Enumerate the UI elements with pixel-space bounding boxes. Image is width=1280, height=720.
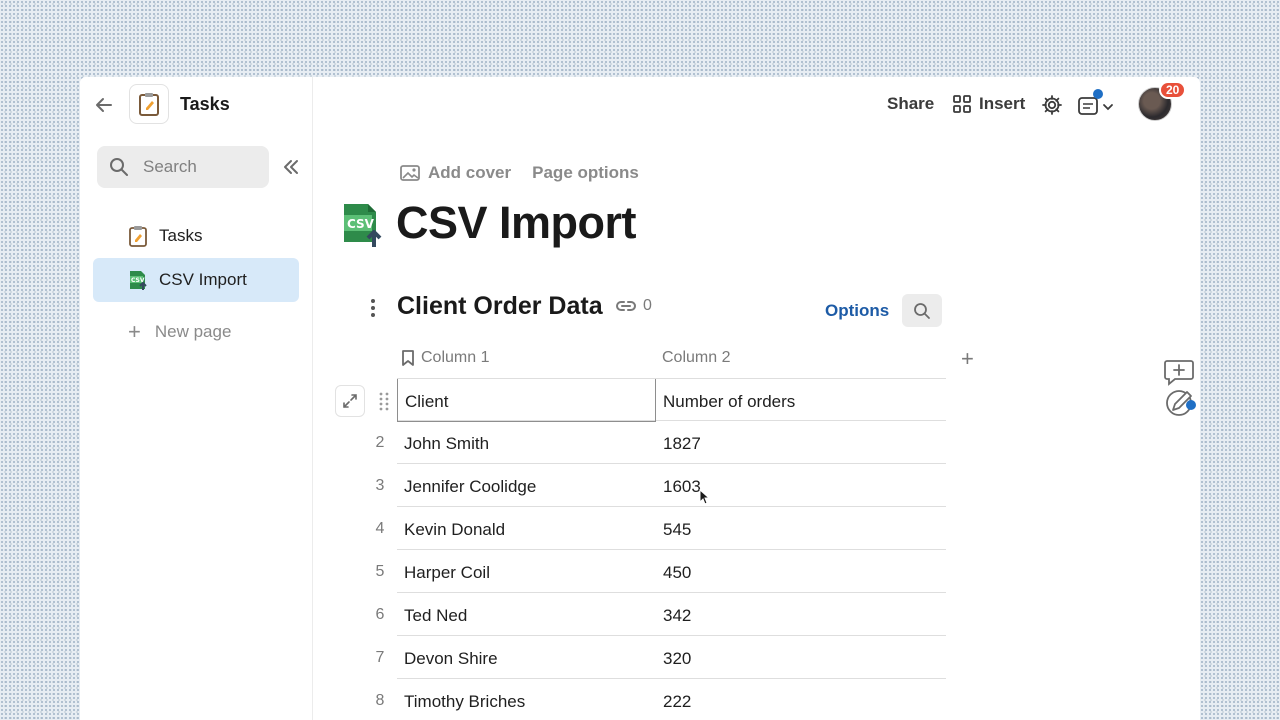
sidebar: Tasks Search Tasks CSV CSV Import + New … <box>80 77 313 720</box>
back-arrow-icon[interactable] <box>94 95 114 115</box>
table-cell[interactable]: 545 <box>656 507 946 550</box>
table-cell[interactable]: 450 <box>656 550 946 593</box>
link-count-value: 0 <box>643 297 652 314</box>
app-title: Tasks <box>180 94 230 114</box>
table-cell[interactable]: John Smith <box>397 421 656 464</box>
csv-file-icon: CSV <box>127 269 149 291</box>
right-toolbar <box>1163 357 1199 421</box>
table-cell[interactable]: 320 <box>656 636 946 679</box>
table-row: 8 Timothy Briches 222 <box>376 679 946 720</box>
drag-handle-icon[interactable] <box>378 391 390 411</box>
row-index: 8 <box>375 692 385 709</box>
block-menu-icon[interactable] <box>367 296 379 320</box>
svg-text:CSV: CSV <box>347 217 375 231</box>
row-index: 4 <box>375 520 385 537</box>
table-row: 7 Devon Shire 320 <box>376 636 946 679</box>
table-cell[interactable]: Devon Shire <box>397 636 656 679</box>
image-icon <box>400 165 420 181</box>
search-placeholder: Search <box>143 157 197 176</box>
insert-label: Insert <box>979 94 1026 113</box>
app-window: Tasks Search Tasks CSV CSV Import + New … <box>80 77 1200 720</box>
options-button[interactable]: Options <box>825 301 889 321</box>
search-icon <box>110 158 128 176</box>
collapse-sidebar-icon[interactable] <box>282 158 300 176</box>
linked-count[interactable]: 0 <box>615 297 652 315</box>
add-cover-label: Add cover <box>428 163 512 182</box>
row-index: 3 <box>375 477 385 494</box>
add-cover-button[interactable]: Add cover <box>400 163 511 183</box>
table-cell[interactable]: Ted Ned <box>397 593 656 636</box>
share-button[interactable]: Share <box>887 94 934 114</box>
row-index: 7 <box>375 649 385 666</box>
new-page-label: New page <box>154 322 232 341</box>
sidebar-item-label: CSV Import <box>159 270 247 289</box>
add-comment-icon[interactable] <box>1164 360 1194 386</box>
table-title[interactable]: Client Order Data <box>397 292 603 321</box>
clipboard-icon <box>127 225 149 247</box>
table-cell[interactable]: 342 <box>656 593 946 636</box>
sidebar-item-label: Tasks <box>159 226 203 245</box>
table-cell[interactable]: Client <box>397 379 656 422</box>
notification-badge: 20 <box>1159 81 1187 99</box>
sidebar-header: Tasks <box>80 77 313 133</box>
row-index: 5 <box>375 563 385 580</box>
table-row: 2 John Smith 1827 <box>376 421 946 464</box>
new-page-button[interactable]: + New page <box>128 321 231 343</box>
row-index: 2 <box>375 434 385 451</box>
column-header-2[interactable]: Column 2 <box>662 349 730 367</box>
sidebar-item-csv-import[interactable]: CSV CSV Import <box>93 258 299 302</box>
csv-file-icon[interactable]: CSV <box>342 202 386 248</box>
plus-icon: + <box>128 319 141 344</box>
page-options-button[interactable]: Page options <box>532 163 639 183</box>
page-actions: Add cover Page options <box>400 163 639 183</box>
clipboard-icon <box>139 93 159 116</box>
insert-button[interactable]: Insert <box>952 94 1025 114</box>
table-row: Client Number of orders <box>397 378 946 422</box>
bookmark-icon <box>402 350 414 366</box>
sidebar-search-input[interactable]: Search <box>97 146 269 188</box>
table-row: 5 Harper Coil 450 <box>376 550 946 593</box>
gear-icon[interactable] <box>1041 94 1063 116</box>
table-cell[interactable]: Timothy Briches <box>397 679 656 720</box>
table-row: 4 Kevin Donald 545 <box>376 507 946 550</box>
row-index: 6 <box>375 606 385 623</box>
app-icon[interactable] <box>129 84 169 124</box>
table-body: Client Number of orders 2 John Smith 182… <box>376 378 946 720</box>
table-cell[interactable]: Harper Coil <box>397 550 656 593</box>
column-header-1[interactable]: Column 1 <box>400 349 489 367</box>
search-icon <box>914 302 930 319</box>
add-column-button[interactable]: + <box>961 346 974 372</box>
table-row: 3 Jennifer Coolidge 1603 <box>376 464 946 507</box>
notification-dot <box>1093 89 1103 99</box>
expand-row-icon[interactable] <box>335 385 365 417</box>
page-title[interactable]: CSV Import <box>396 197 637 249</box>
sidebar-item-tasks[interactable]: Tasks <box>93 214 299 258</box>
table-search-button[interactable] <box>902 294 942 327</box>
table-row: 6 Ted Ned 342 <box>376 593 946 636</box>
column-header-label: Column 1 <box>421 349 490 366</box>
table-cell[interactable]: 1827 <box>656 421 946 464</box>
link-icon <box>616 301 636 311</box>
edit-suggest-icon[interactable] <box>1166 390 1196 416</box>
mouse-cursor-icon <box>699 488 711 505</box>
table-cell[interactable]: 222 <box>656 679 946 720</box>
table-cell[interactable]: Jennifer Coolidge <box>397 464 656 507</box>
table-cell[interactable]: Kevin Donald <box>397 507 656 550</box>
grid-icon <box>953 95 971 113</box>
table-cell[interactable]: Number of orders <box>656 379 946 422</box>
